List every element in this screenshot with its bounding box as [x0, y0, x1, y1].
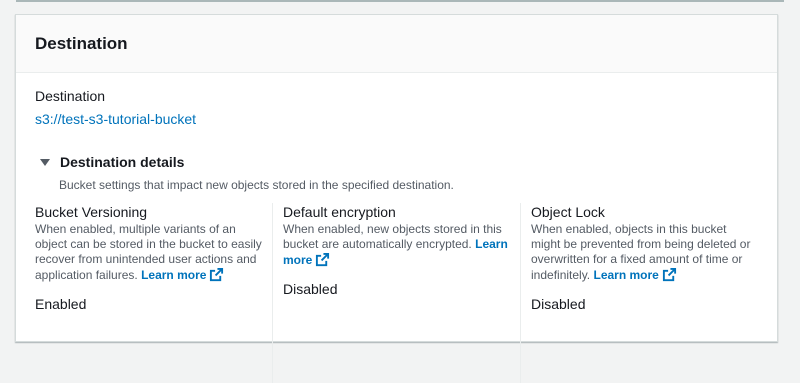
object-lock-column: Object Lock When enabled, objects in thi… [520, 203, 758, 383]
bucket-versioning-description: When enabled, multiple variants of an ob… [35, 222, 263, 286]
bucket-versioning-learn-more-link[interactable]: Learn more [141, 267, 224, 282]
default-encryption-description: When enabled, new objects stored in this… [283, 222, 511, 271]
destination-details-description: Bucket settings that impact new objects … [59, 178, 454, 192]
external-link-icon [662, 267, 677, 286]
settings-columns: Bucket Versioning When enabled, multiple… [35, 203, 758, 383]
external-link-icon [315, 252, 330, 271]
panel-header: Destination [16, 15, 777, 73]
default-encryption-value: Disabled [283, 281, 338, 297]
top-divider [16, 0, 784, 2]
object-lock-value: Disabled [531, 296, 586, 312]
default-encryption-column: Default encryption When enabled, new obj… [272, 203, 520, 383]
external-link-icon [209, 267, 224, 286]
bucket-versioning-title: Bucket Versioning [35, 204, 148, 220]
caret-down-icon [40, 158, 50, 166]
bucket-versioning-value: Enabled [35, 296, 87, 312]
panel-title: Destination [35, 33, 128, 53]
destination-label: Destination [35, 88, 106, 104]
destination-details-title: Destination details [60, 154, 185, 170]
bucket-versioning-column: Bucket Versioning When enabled, multiple… [35, 203, 272, 383]
default-encryption-title: Default encryption [283, 204, 396, 220]
destination-details-toggle[interactable]: Destination details [40, 154, 184, 170]
object-lock-title: Object Lock [531, 204, 605, 220]
object-lock-description: When enabled, objects in this bucket mig… [531, 222, 759, 286]
destination-link[interactable]: s3://test-s3-tutorial-bucket [35, 111, 196, 127]
destination-panel: Destination Destination s3://test-s3-tut… [15, 14, 778, 383]
object-lock-learn-more-link[interactable]: Learn more [594, 267, 677, 282]
